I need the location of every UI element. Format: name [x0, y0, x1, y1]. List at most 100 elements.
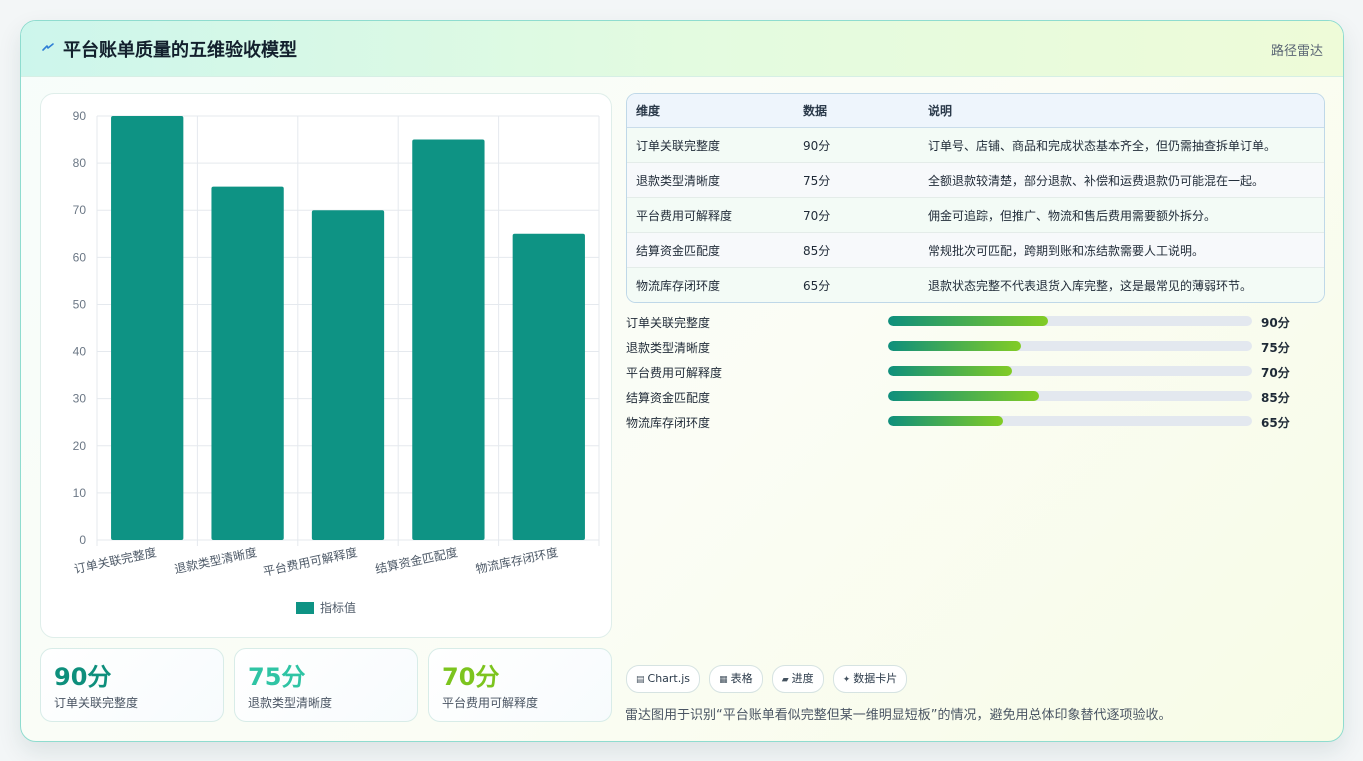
table-cell: 物流库存闭环度: [627, 267, 794, 302]
kpi-card-refund: 75分 退款类型清晰度: [234, 648, 418, 722]
legend-label: 指标值: [320, 600, 356, 615]
y-tick-label: 10: [73, 486, 87, 500]
progress-track: [888, 391, 1252, 401]
y-tick-label: 60: [73, 250, 87, 264]
table-cell: 平台费用可解释度: [627, 197, 794, 233]
table-cell: 订单号、店铺、商品和完成状态基本齐全，但仍需抽查拆单订单。: [919, 127, 1324, 163]
footer-note: 雷达图用于识别“平台账单看似完整但某一维明显短板”的情况，避免用总体印象替代逐项…: [625, 708, 1172, 723]
metrics-table: 维度 数据 说明 订单关联完整度 90分 订单号、店铺、商品和完成状态基本齐全，…: [626, 93, 1325, 303]
kpi-card-fee: 70分 平台费用可解释度: [428, 648, 612, 722]
table-cell: 70分: [794, 197, 919, 233]
progress-label: 结算资金匹配度: [626, 391, 711, 405]
page-title: 平台账单质量的五维验收模型: [63, 40, 297, 61]
y-tick-label: 50: [73, 297, 87, 311]
table-header-row: 维度 数据 说明: [627, 94, 1324, 128]
progress-row: 平台费用可解释度 70分: [626, 362, 1326, 387]
chip-label: 数据卡片: [853, 672, 898, 685]
progress-fill: [888, 416, 1003, 426]
table-row: 物流库存闭环度 65分 退款状态完整不代表退货入库完整，这是最常见的薄弱环节。: [627, 267, 1324, 302]
progress-value: 90分: [1261, 316, 1290, 330]
grid-icon: ▦: [719, 675, 728, 685]
chip-label: 表格: [730, 672, 753, 685]
progress-value: 75分: [1261, 341, 1290, 355]
chip-data-cards[interactable]: ✦ 数据卡片: [832, 665, 908, 693]
chip-chartjs[interactable]: ▤ Chart.js: [626, 665, 701, 693]
bar: [412, 139, 485, 541]
progress-row: 订单关联完整度 90分: [626, 312, 1326, 337]
chip-label: 进度: [791, 672, 814, 685]
table-cell: 65分: [794, 267, 919, 302]
table-cell: 常规批次可匹配，跨期到账和冻结款需要人工说明。: [919, 232, 1324, 268]
progress-label: 平台费用可解释度: [626, 366, 723, 380]
progress-label: 退款类型清晰度: [626, 341, 711, 355]
chip-label: Chart.js: [647, 672, 691, 685]
bar-chart: 0 10 20 30 40 50 60 70 80 90 订单关联完整度 退款类型清晰度 平台费用可解释…: [73, 109, 600, 615]
y-tick-label: 30: [73, 392, 87, 406]
progress-row: 物流库存闭环度 65分: [626, 412, 1326, 437]
bar-chart-panel: 0 10 20 30 40 50 60 70 80 90 订单关联完整度 退款类型清晰度 平台费用可解释…: [40, 93, 612, 638]
table-cell: 全额退款较清楚，部分退款、补偿和运费退款仍可能混在一起。: [919, 162, 1324, 198]
x-tick-label: 平台费用可解释度: [262, 544, 359, 579]
dashboard-card: 平台账单质量的五维验收模型 路径雷达 0 10 20 30 40 50 60 70 80 90 订单…: [20, 20, 1344, 742]
table-header-data: 数据: [794, 94, 919, 128]
progress-row: 退款类型清晰度 75分: [626, 337, 1326, 362]
progress-track: [888, 341, 1252, 351]
chip-table[interactable]: ▦ 表格: [709, 665, 763, 693]
sparkle-icon: ✦: [842, 675, 851, 685]
progress-label: 物流库存闭环度: [626, 416, 711, 430]
x-tick-label: 物流库存闭环度: [474, 544, 559, 576]
header: 平台账单质量的五维验收模型 路径雷达: [21, 21, 1343, 77]
table-header-desc: 说明: [919, 94, 1324, 128]
table-cell: 订单关联完整度: [627, 127, 794, 163]
progress-fill: [888, 366, 1012, 376]
table-cell: 75分: [794, 162, 919, 198]
progress-value: 65分: [1261, 416, 1290, 430]
x-tick-label: 订单关联完整度: [73, 544, 158, 576]
table-cell: 佣金可追踪，但推广、物流和售后费用需要额外拆分。: [919, 197, 1324, 233]
bar: [311, 210, 385, 540]
table-row: 订单关联完整度 90分 订单号、店铺、商品和完成状态基本齐全，但仍需抽查拆单订单…: [627, 127, 1324, 163]
header-tag[interactable]: 路径雷达: [1271, 40, 1323, 59]
x-tick-label: 退款类型清晰度: [173, 544, 258, 576]
progress-fill: [888, 391, 1040, 401]
y-tick-label: 20: [73, 439, 87, 453]
y-tick-label: 40: [73, 345, 87, 359]
y-tick-label: 90: [73, 109, 87, 123]
table-cell: 85分: [794, 232, 919, 268]
table-header-dimension: 维度: [627, 94, 794, 128]
progress-fill: [888, 341, 1021, 351]
table-row: 退款类型清晰度 75分 全额退款较清楚，部分退款、补偿和运费退款仍可能混在一起。: [627, 162, 1324, 198]
table-cell: 退款类型清晰度: [627, 162, 794, 198]
kpi-label: 订单关联完整度: [54, 696, 139, 710]
table-cell: 退款状态完整不代表退货入库完整，这是最常见的薄弱环节。: [919, 267, 1324, 302]
chip-progress[interactable]: ▰ 进度: [771, 665, 824, 693]
y-tick-label: 0: [79, 533, 86, 547]
lightning-icon: [42, 43, 54, 51]
kpi-card-order: 90分 订单关联完整度: [40, 648, 224, 722]
y-tick-label: 80: [73, 156, 87, 170]
kpi-value: 90分: [54, 663, 112, 691]
progress-track: [888, 416, 1252, 426]
table-cell: 结算资金匹配度: [627, 232, 794, 268]
progress-list: 订单关联完整度 90分 退款类型清晰度 75分 平台费用可解释度 70分 结算资…: [626, 312, 1326, 437]
x-tick-label: 结算资金匹配度: [374, 544, 459, 576]
bar: [211, 186, 284, 540]
progress-track: [888, 366, 1252, 376]
legend-swatch: [296, 602, 314, 614]
y-tick-label: 70: [73, 203, 87, 217]
progress-row: 结算资金匹配度 85分: [626, 387, 1326, 412]
bar: [512, 233, 585, 540]
progress-track: [888, 316, 1252, 326]
tech-chips: ▤ Chart.js ▦ 表格 ▰ 进度 ✦ 数据卡片: [626, 665, 911, 693]
kpi-value: 70分: [442, 663, 500, 691]
table-icon: ▤: [636, 675, 645, 685]
table-row: 结算资金匹配度 85分 常规批次可匹配，跨期到账和冻结款需要人工说明。: [627, 232, 1324, 268]
kpi-value: 75分: [248, 663, 306, 691]
kpi-label: 退款类型清晰度: [248, 696, 333, 710]
kpi-label: 平台费用可解释度: [442, 696, 539, 710]
progress-icon: ▰: [781, 675, 789, 685]
progress-label: 订单关联完整度: [626, 316, 711, 330]
table-row: 平台费用可解释度 70分 佣金可追踪，但推广、物流和售后费用需要额外拆分。: [627, 197, 1324, 233]
progress-fill: [888, 316, 1049, 326]
progress-value: 70分: [1261, 366, 1290, 380]
